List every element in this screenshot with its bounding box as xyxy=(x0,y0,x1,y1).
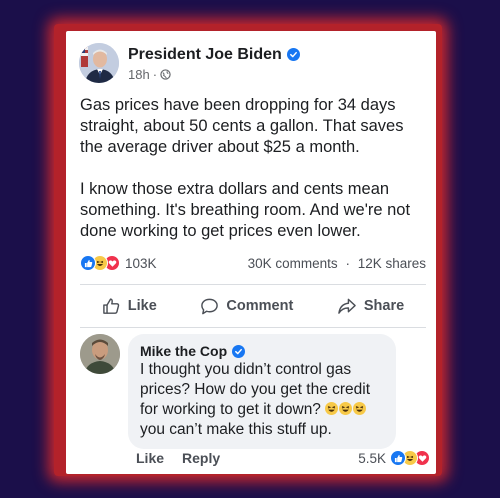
engagement-counts: 30K comments · 12K shares xyxy=(248,256,426,271)
author-avatar-portrait xyxy=(79,43,119,83)
divider xyxy=(80,327,426,328)
shares-count[interactable]: 12K shares xyxy=(358,256,426,271)
like-button-label: Like xyxy=(127,298,157,314)
comments-count[interactable]: 30K comments xyxy=(248,256,338,271)
post-paragraph: I know those extra dollars and cents mea… xyxy=(80,180,411,240)
comment-button[interactable]: Comment xyxy=(200,297,293,316)
comment-reply-button[interactable]: Reply xyxy=(182,450,220,466)
verified-badge-icon xyxy=(286,48,300,61)
comment: Mike the Cop I thought you didn’t contro… xyxy=(80,334,396,449)
laughing-emoji-icon xyxy=(339,402,353,415)
comment-reaction-summary[interactable]: 5.5K xyxy=(358,450,430,466)
comment-author-name[interactable]: Mike the Cop xyxy=(140,342,227,360)
post-time[interactable]: 18h xyxy=(128,67,150,82)
share-button-label: Share xyxy=(363,298,405,314)
commenter-avatar[interactable] xyxy=(80,334,120,374)
laughing-emoji-icon xyxy=(353,402,367,415)
post-paragraph: Gas prices have been dropping for 34 day… xyxy=(80,96,404,156)
meta-separator: · xyxy=(152,66,158,82)
comment-like-button[interactable]: Like xyxy=(136,450,164,466)
stats-separator: · xyxy=(345,255,350,271)
divider xyxy=(80,284,426,285)
author-block: President Joe Biden 18h · xyxy=(128,45,300,82)
comment-reaction-count: 5.5K xyxy=(358,450,386,466)
post-stats: 103K 30K comments · 12K shares xyxy=(80,255,426,271)
commenter-avatar-portrait xyxy=(80,334,120,374)
post-action-bar: Like Comment Share xyxy=(80,290,426,322)
like-button[interactable]: Like xyxy=(102,297,157,316)
comment-author-line: Mike the Cop xyxy=(140,342,384,360)
post-author-line: President Joe Biden xyxy=(128,45,300,65)
laughing-emoji-icon xyxy=(325,402,339,415)
comment-text-tail: you can’t make this stuff up. xyxy=(140,421,332,438)
comment-actions: Like Reply 5.5K xyxy=(136,450,430,466)
thumbs-up-icon xyxy=(102,297,121,316)
verified-badge-icon xyxy=(232,344,246,358)
post-meta: 18h · xyxy=(128,67,300,82)
comment-bubble: Mike the Cop I thought you didn’t contro… xyxy=(128,334,396,449)
speech-bubble-icon xyxy=(200,297,219,316)
post-author-name[interactable]: President Joe Biden xyxy=(128,45,282,65)
like-reaction-icon xyxy=(390,450,406,466)
post-body: Gas prices have been dropping for 34 day… xyxy=(80,95,426,263)
reaction-summary[interactable]: 103K xyxy=(80,255,157,271)
post-header: President Joe Biden 18h · xyxy=(79,43,300,83)
comment-button-label: Comment xyxy=(226,298,294,314)
reaction-count: 103K xyxy=(125,255,157,271)
facebook-post-card: President Joe Biden 18h · Gas prices hav… xyxy=(66,31,436,474)
globe-icon xyxy=(160,68,171,80)
share-button[interactable]: Share xyxy=(337,297,404,316)
like-reaction-icon xyxy=(80,255,96,271)
comment-text: I thought you didn’t control gas prices?… xyxy=(140,360,384,440)
share-arrow-icon xyxy=(337,297,357,316)
author-avatar[interactable] xyxy=(79,43,119,83)
